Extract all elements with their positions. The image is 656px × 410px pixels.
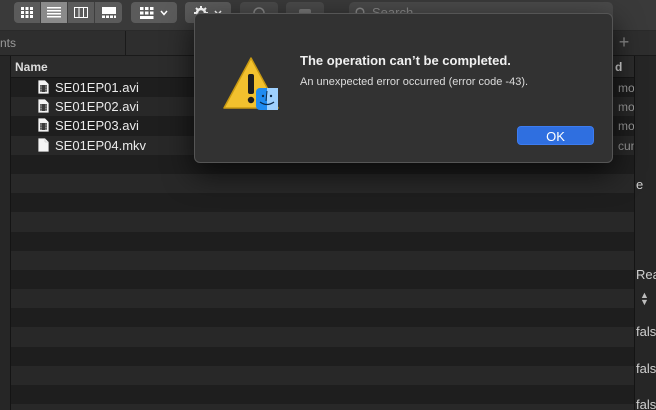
list-icon [47, 7, 61, 18]
grid-icon [140, 6, 154, 19]
group-by-button[interactable] [131, 2, 177, 23]
empty-row [11, 385, 634, 405]
empty-row [11, 327, 634, 347]
chevron-down-icon [160, 10, 168, 16]
file-kind: mo [618, 119, 634, 134]
inspector-text: fals [636, 324, 656, 339]
empty-row [11, 346, 634, 366]
tab-left-label[interactable]: nts [0, 31, 126, 56]
column-view-button[interactable] [68, 2, 95, 23]
inspector-edge: e Rea ▲▼ fals fals fals [634, 56, 656, 410]
empty-row [11, 212, 634, 232]
empty-row [11, 231, 634, 251]
columns-icon [74, 7, 88, 18]
gallery-icon [101, 7, 116, 18]
empty-row [11, 365, 634, 385]
inspector-text: fals [636, 397, 656, 410]
empty-row [11, 173, 634, 194]
error-dialog: The operation can’t be completed. An une… [194, 13, 613, 163]
gallery-view-button[interactable] [95, 2, 122, 23]
inspector-text: Rea [636, 267, 656, 282]
document-file-icon [38, 137, 49, 152]
stepper-arrows-icon[interactable]: ▲ ▼ [640, 291, 649, 307]
add-tab-button[interactable]: + [612, 31, 636, 56]
grid-icon [21, 7, 33, 18]
file-kind: mo [618, 81, 634, 95]
icon-view-button[interactable] [14, 2, 41, 23]
video-file-icon [38, 118, 49, 133]
inspector-text: e [636, 177, 644, 192]
name-column-header[interactable]: Name [15, 60, 48, 74]
empty-row [11, 250, 634, 270]
empty-row [11, 269, 634, 290]
inspector-text: fals [636, 361, 656, 376]
ok-button[interactable]: OK [517, 126, 594, 145]
file-name: SE01EP02.avi [55, 99, 139, 115]
kind-column-header[interactable]: d [615, 60, 622, 74]
empty-row [11, 404, 634, 410]
file-kind: mo [618, 100, 634, 115]
file-name: SE01EP03.avi [55, 118, 139, 134]
warning-finder-icon [223, 57, 279, 110]
file-name: SE01EP01.avi [55, 80, 139, 95]
empty-row [11, 289, 634, 309]
empty-row [11, 308, 634, 328]
video-file-icon [38, 99, 49, 113]
video-file-icon [38, 80, 49, 94]
sidebar-edge [0, 56, 11, 410]
view-mode-segment [14, 2, 122, 23]
file-kind: cum [618, 138, 634, 153]
dialog-title: The operation can’t be completed. [300, 53, 511, 68]
list-view-button[interactable] [41, 2, 68, 23]
dialog-message: An unexpected error occurred (error code… [300, 76, 529, 88]
empty-row [11, 193, 634, 213]
file-name: SE01EP04.mkv [55, 137, 147, 153]
